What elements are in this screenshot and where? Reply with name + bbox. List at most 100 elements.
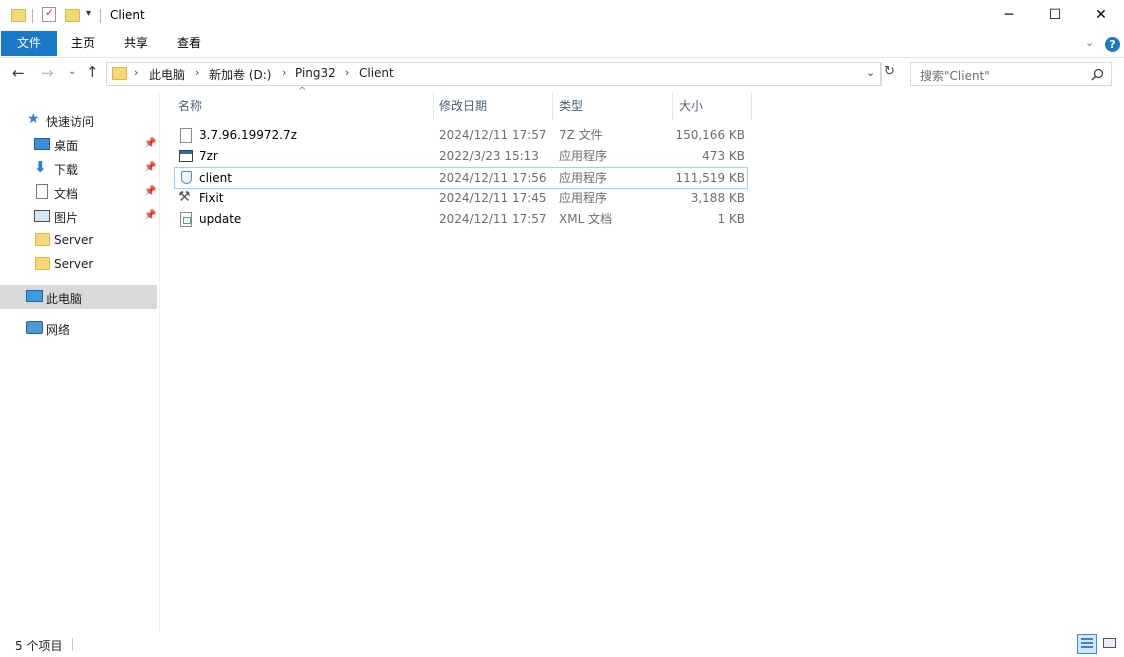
column-divider[interactable] — [433, 92, 434, 120]
sidebar-item-downloads[interactable]: ⬇ 下载 📌 — [0, 156, 157, 180]
file-size: 3,188 KB — [690, 191, 745, 205]
file-date: 2024/12/11 17:57 — [439, 128, 547, 142]
file-name: 7zr — [199, 149, 218, 163]
customize-quick-access-icon[interactable]: ▾ — [86, 8, 91, 19]
pane-divider[interactable] — [159, 92, 160, 632]
folder-icon — [35, 233, 50, 246]
tools-icon: ⚒ — [178, 189, 191, 205]
sidebar-item-documents[interactable]: 文档 📌 — [0, 180, 157, 204]
file-type: 应用程序 — [559, 171, 608, 185]
star-icon: ★ — [27, 111, 40, 127]
file-row[interactable]: client 2024/12/11 17:56 应用程序 111,519 KB — [174, 167, 748, 189]
chevron-right-icon[interactable]: › — [195, 66, 199, 79]
separator — [100, 9, 101, 23]
archive-file-icon — [180, 128, 192, 143]
sidebar-item-label: 此电脑 — [46, 292, 83, 306]
properties-icon[interactable]: ✓ — [42, 6, 56, 22]
status-item-count: 5 个项目 — [15, 639, 63, 653]
sidebar-item-this-pc[interactable]: 此电脑 — [0, 285, 157, 309]
large-icons-view-button[interactable] — [1100, 634, 1120, 654]
pin-icon[interactable]: 📌 — [144, 138, 156, 149]
column-divider[interactable] — [552, 92, 553, 120]
chevron-right-icon[interactable]: › — [345, 66, 349, 79]
new-folder-icon[interactable] — [65, 9, 80, 22]
search-icon[interactable] — [1091, 68, 1104, 81]
sidebar-item-network[interactable]: 网络 — [0, 316, 157, 340]
sort-ascending-icon: ^ — [298, 86, 307, 97]
tab-share[interactable]: 共享 — [115, 31, 157, 56]
file-size: 1 KB — [717, 212, 745, 226]
breadcrumb-client[interactable]: Client — [359, 66, 394, 80]
recent-locations-icon[interactable]: ⌄ — [68, 66, 76, 77]
sidebar-item-label: 下载 — [54, 163, 79, 177]
sidebar-item-label: Server — [54, 257, 94, 271]
computer-icon — [26, 290, 43, 302]
sidebar-item-quick-access[interactable]: ★ 快速访问 — [0, 108, 157, 132]
document-icon — [36, 184, 48, 199]
column-header-date[interactable]: 修改日期 — [439, 92, 487, 120]
expand-ribbon-icon[interactable]: ⌄ — [1085, 36, 1094, 49]
tab-file[interactable]: 文件 — [1, 31, 57, 56]
pin-icon[interactable]: 📌 — [144, 186, 156, 197]
file-type: 7Z 文件 — [559, 128, 603, 142]
forward-icon[interactable]: → — [41, 64, 54, 82]
file-date: 2024/12/11 17:57 — [439, 212, 547, 226]
file-row[interactable]: update 2024/12/11 17:57 XML 文档 1 KB — [174, 209, 748, 230]
pin-icon[interactable]: 📌 — [144, 162, 156, 173]
up-icon[interactable]: ↑ — [86, 63, 99, 81]
breadcrumb-ping32[interactable]: Ping32 — [295, 66, 336, 80]
column-header-size[interactable]: 大小 — [679, 92, 703, 120]
chevron-right-icon[interactable]: › — [282, 66, 286, 79]
column-divider[interactable] — [751, 92, 752, 120]
shield-app-icon — [181, 171, 192, 184]
file-row[interactable]: ⚒ Fixit 2024/12/11 17:45 应用程序 3,188 KB — [174, 188, 748, 209]
file-type: 应用程序 — [559, 149, 608, 163]
sidebar-item-pictures[interactable]: 图片 📌 — [0, 204, 157, 228]
chevron-right-icon[interactable]: › — [134, 66, 138, 79]
separator — [32, 9, 33, 23]
file-name: Fixit — [199, 191, 224, 205]
file-name: client — [199, 171, 232, 185]
sidebar-item-label: 文档 — [54, 187, 79, 201]
tab-view[interactable]: 查看 — [168, 31, 210, 56]
sidebar-item-label: 快速访问 — [46, 115, 95, 129]
pin-icon[interactable]: 📌 — [144, 210, 156, 221]
address-dropdown-icon[interactable]: ⌄ — [866, 66, 875, 79]
back-icon[interactable]: ← — [12, 64, 25, 82]
file-size: 111,519 KB — [675, 171, 745, 185]
app-window-icon — [179, 150, 193, 162]
folder-icon — [112, 67, 127, 80]
window-title: Client — [110, 8, 145, 22]
sidebar-item-desktop[interactable]: 桌面 📌 — [0, 132, 157, 156]
network-icon — [26, 321, 43, 334]
refresh-icon[interactable]: ↻ — [884, 64, 895, 79]
column-divider[interactable] — [672, 92, 673, 120]
file-date: 2024/12/11 17:56 — [439, 171, 547, 185]
search-input[interactable]: 搜索"Client" — [910, 62, 1112, 86]
desktop-icon — [34, 138, 50, 150]
breadcrumb-this-pc[interactable]: 此电脑 — [149, 66, 185, 83]
maximize-button[interactable]: ☐ — [1032, 0, 1078, 30]
file-type: 应用程序 — [559, 191, 608, 205]
large-icons-view-icon — [1103, 638, 1116, 648]
file-row[interactable]: 7zr 2022/3/23 15:13 应用程序 473 KB — [174, 146, 748, 167]
help-icon[interactable]: ? — [1105, 37, 1120, 52]
sidebar-item-label: 网络 — [46, 323, 71, 337]
column-header-name[interactable]: 名称 — [178, 92, 202, 120]
sidebar-item-server[interactable]: Server — [0, 228, 157, 252]
minimize-button[interactable]: ─ — [986, 0, 1032, 30]
details-view-icon — [1081, 638, 1093, 650]
file-row[interactable]: 3.7.96.19972.7z 2024/12/11 17:57 7Z 文件 1… — [174, 125, 748, 146]
column-header-type[interactable]: 类型 — [559, 92, 583, 120]
title-bar: ✓ ▾ Client ─ ☐ ✕ — [0, 0, 1124, 31]
file-date: 2024/12/11 17:45 — [439, 191, 547, 205]
details-view-button[interactable] — [1077, 634, 1097, 654]
file-size: 150,166 KB — [675, 128, 745, 142]
close-button[interactable]: ✕ — [1078, 0, 1124, 30]
tab-home[interactable]: 主页 — [62, 31, 104, 56]
breadcrumb-drive[interactable]: 新加卷 (D:) — [209, 66, 271, 83]
sidebar-item-label: 桌面 — [54, 139, 79, 153]
separator — [72, 638, 73, 651]
search-placeholder: 搜索"Client" — [920, 69, 990, 83]
sidebar-item-server[interactable]: Server — [0, 252, 157, 276]
